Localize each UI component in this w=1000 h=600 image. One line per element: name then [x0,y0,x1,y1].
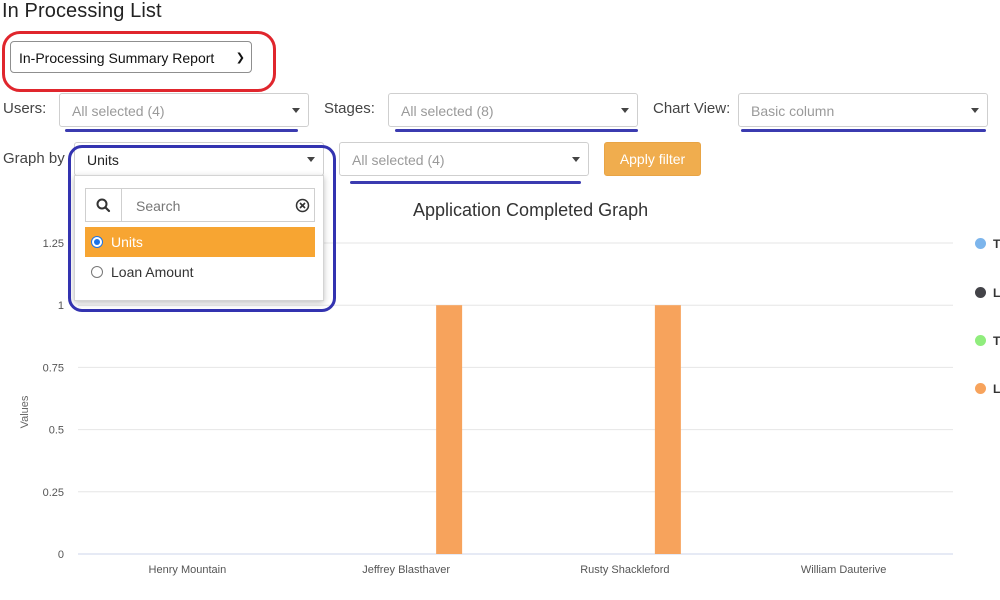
option-label: Units [111,234,143,250]
legend-dot[interactable] [975,335,986,346]
x-tick-label: Jeffrey Blasthaver [362,564,450,576]
radio-selected-icon[interactable] [91,236,103,248]
option-label: Loan Amount [111,264,194,280]
radio-unselected-icon[interactable] [91,266,103,278]
y-axis-label: Values [19,395,31,428]
legend-label[interactable]: L [993,286,1000,300]
x-tick-label: Henry Mountain [149,564,227,576]
legend-label[interactable]: L [993,382,1000,396]
bar[interactable] [654,305,681,554]
option-loan-amount[interactable]: Loan Amount [85,257,315,287]
legend-label[interactable]: T [993,334,1000,348]
legend-dot[interactable] [975,287,986,298]
x-tick-label: Rusty Shackleford [580,564,669,576]
y-tick-label: 0.5 [49,425,64,437]
bar[interactable] [436,305,463,554]
search-icon [86,189,122,221]
clear-search-icon[interactable] [295,198,310,213]
y-tick-label: 1.25 [43,238,64,250]
legend-label[interactable]: T [993,237,1000,251]
y-tick-label: 0.75 [43,362,64,374]
y-tick-label: 0.25 [43,487,64,499]
y-tick-label: 0 [58,549,64,561]
option-units[interactable]: Units [85,227,315,257]
graph-by-options-panel: Search Units Loan Amount [74,175,324,301]
options-search-box[interactable]: Search [85,188,315,222]
legend-dot[interactable] [975,383,986,394]
y-tick-label: 1 [58,300,64,312]
x-tick-label: William Dauterive [801,564,887,576]
legend-dot[interactable] [975,238,986,249]
search-input-placeholder[interactable]: Search [136,198,180,214]
